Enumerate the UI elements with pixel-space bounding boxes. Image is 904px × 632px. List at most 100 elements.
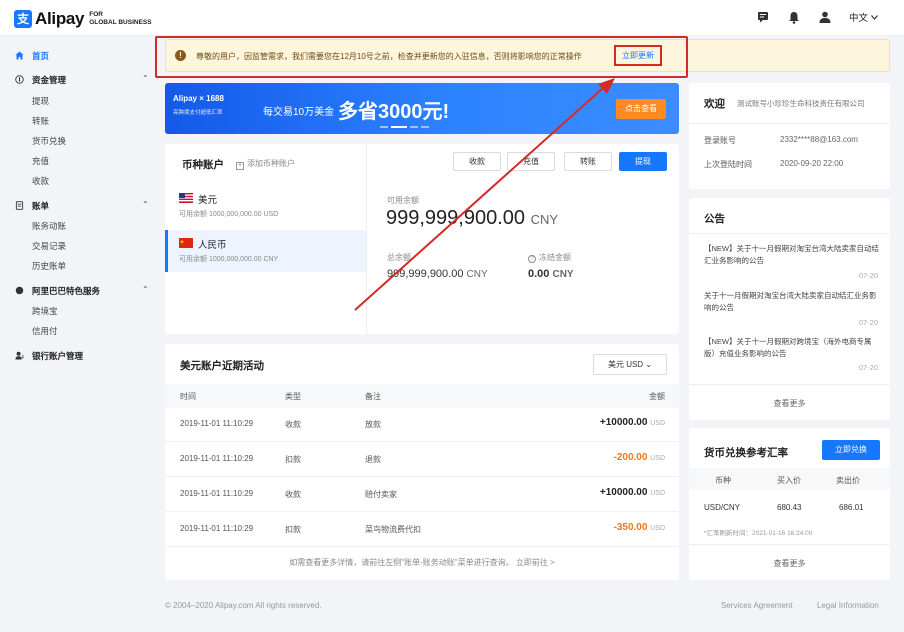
receive-button[interactable]: 收款 bbox=[453, 152, 501, 171]
table-row[interactable]: 2019-11-01 11:10:29 扣款 退款 -200.00 USD bbox=[165, 442, 679, 477]
sidebar-item-kuajingbao[interactable]: 跨境宝 bbox=[32, 305, 58, 317]
sidebar-item-exchange[interactable]: 货币兑换 bbox=[32, 135, 66, 147]
go-to-account-flow-link[interactable]: 如需查看更多详情，请前往左侧"账单-账务动账"菜单进行查询。 立即前往 > bbox=[165, 557, 679, 568]
topup-button[interactable]: 充值 bbox=[507, 152, 555, 171]
company-name: 测试账号小珍珍生命科技责任有限公司 bbox=[737, 99, 865, 108]
update-now-link[interactable]: 立即更新 bbox=[614, 45, 662, 66]
column-header-note: 备注 bbox=[365, 392, 381, 401]
announcement-item[interactable]: 【NEW】关于十一月假期对跨境宝（海外电商专属版）充值业务影响的公告 bbox=[704, 336, 882, 360]
bell-icon[interactable] bbox=[787, 10, 801, 24]
welcome-title: 欢迎 bbox=[704, 98, 725, 110]
services-agreement-link[interactable]: Services Agreement bbox=[721, 601, 793, 610]
logo-text: Alipay bbox=[35, 9, 85, 28]
card-title: 币种账户 bbox=[182, 159, 224, 171]
cell-type: 扣款 bbox=[285, 455, 301, 464]
cell-note: 菜鸟物流费代扣 bbox=[365, 525, 421, 534]
sidebar-group-fund[interactable]: 资金管理 ⌃ bbox=[15, 74, 149, 86]
language-selector[interactable]: 中文 bbox=[849, 10, 878, 24]
announcements-card: 公告 【NEW】关于十一月假期对淘宝台湾大陆卖家自动结汇业务影响的公告 07-2… bbox=[689, 198, 890, 420]
sidebar-item-transfer[interactable]: 转账 bbox=[32, 115, 49, 127]
frozen-amount-value: 0.00 bbox=[528, 268, 550, 280]
table-row[interactable]: 2019-11-01 11:10:29 收款 赔付卖家 +10000.00 US… bbox=[165, 477, 679, 512]
transfer-button[interactable]: 转账 bbox=[564, 152, 612, 171]
language-label: 中文 bbox=[848, 13, 868, 24]
legal-information-link[interactable]: Legal Information bbox=[817, 601, 879, 610]
sidebar-item-credit-pay[interactable]: 信用付 bbox=[32, 325, 58, 337]
sidebar-item-receive[interactable]: 收款 bbox=[32, 175, 49, 187]
carousel-dots[interactable] bbox=[380, 126, 429, 128]
available-balance-label: 可用余额 bbox=[387, 196, 419, 205]
sidebar-group-label: 银行账户管理 bbox=[32, 351, 84, 361]
available-balance-value: 999,999,900.00 bbox=[386, 207, 526, 229]
frozen-amount: 0.00 CNY bbox=[528, 268, 574, 280]
sidebar-item-topup[interactable]: 充值 bbox=[32, 155, 49, 167]
add-currency-account-link[interactable]: + 添加币种账户 bbox=[236, 158, 295, 170]
chevron-up-icon: ⌃ bbox=[142, 200, 149, 209]
sidebar-group-label: 阿里巴巴特色服务 bbox=[32, 286, 101, 296]
see-more-announcements-link[interactable]: 查看更多 bbox=[689, 398, 890, 409]
sidebar-group-alibaba[interactable]: 阿里巴巴特色服务 ⌃ bbox=[15, 285, 149, 297]
table-row[interactable]: 2019-11-01 11:10:29 扣款 菜鸟物流费代扣 -350.00 U… bbox=[165, 512, 679, 547]
rate-buy: 680.43 bbox=[777, 503, 802, 512]
cell-amount: -350.00 USD bbox=[614, 522, 665, 533]
user-icon[interactable] bbox=[818, 10, 832, 24]
alibaba-icon bbox=[15, 286, 24, 295]
cell-type: 扣款 bbox=[285, 525, 301, 534]
announcements-title: 公告 bbox=[704, 213, 725, 225]
sidebar-group-bill[interactable]: 账单 ⌃ bbox=[15, 200, 149, 212]
top-bar: 支 Alipay FOR GLOBAL BUSINESS 中文 bbox=[0, 0, 904, 36]
amount-unit: USD bbox=[650, 420, 665, 427]
banner-logo-subtitle: 亮跨境支付超低汇率 bbox=[173, 110, 223, 116]
top-actions: 中文 bbox=[756, 10, 878, 24]
sidebar-item-home[interactable]: 首页 bbox=[15, 50, 49, 62]
cell-amount: +10000.00 USD bbox=[600, 417, 665, 428]
exchange-now-button[interactable]: 立即兑换 bbox=[822, 440, 880, 460]
currency-row-cny[interactable]: 人民币 可用余额 1000,000,000.00 CNY bbox=[165, 230, 366, 272]
recent-activity-card: 美元账户近期活动 美元 USD ⌄ 时间 类型 备注 金额 2019-11-01… bbox=[165, 344, 679, 580]
total-balance: 999,999,900.00 CNY bbox=[387, 268, 488, 280]
chevron-up-icon: ⌃ bbox=[142, 285, 149, 294]
currency-select[interactable]: 美元 USD ⌄ bbox=[593, 354, 667, 375]
announcement-item[interactable]: 关于十一月假期对淘宝台湾大陆卖家自动结汇业务影响的公告 bbox=[704, 290, 882, 314]
cell-time: 2019-11-01 11:10:29 bbox=[180, 454, 254, 463]
withdraw-button[interactable]: 提现 bbox=[619, 152, 667, 171]
home-icon bbox=[15, 51, 24, 60]
sidebar-item-withdraw[interactable]: 提现 bbox=[32, 95, 49, 107]
see-more-rates-link[interactable]: 查看更多 bbox=[689, 558, 890, 569]
total-balance-label: 总余额 bbox=[387, 253, 411, 262]
amount-value: +10000.00 bbox=[599, 417, 648, 428]
cell-note: 放款 bbox=[365, 420, 381, 429]
sidebar-item-history-bill[interactable]: 历史账单 bbox=[32, 260, 66, 272]
currency-name: 人民币 bbox=[198, 240, 227, 251]
table-row[interactable]: 2019-11-01 11:10:29 收款 放款 +10000.00 USD bbox=[165, 407, 679, 442]
promo-banner[interactable]: Alipay × 1688 亮跨境支付超低汇率 每交易10万美金 多省3000元… bbox=[165, 83, 679, 134]
total-balance-unit: CNY bbox=[466, 269, 488, 280]
frozen-label-text: 冻结金额 bbox=[539, 253, 571, 262]
cell-time: 2019-11-01 11:10:29 bbox=[180, 489, 254, 498]
plus-box-icon: + bbox=[236, 162, 244, 170]
cn-flag-icon bbox=[179, 238, 193, 248]
sidebar-item-account-flow[interactable]: 账务动账 bbox=[32, 220, 66, 232]
available-balance: 999,999,900.00 CNY bbox=[386, 207, 558, 230]
chevron-down-icon: ⌄ bbox=[645, 360, 653, 369]
sidebar-item-transactions[interactable]: 交易记录 bbox=[32, 240, 66, 252]
bank-user-icon bbox=[15, 351, 24, 360]
total-balance-value: 999,999,900.00 bbox=[387, 268, 464, 280]
announcement-item[interactable]: 【NEW】关于十一月假期对淘宝台湾大陆卖家自动结汇业务影响的公告 bbox=[704, 243, 882, 267]
available-balance-unit: CNY bbox=[530, 212, 559, 227]
amount-unit: USD bbox=[650, 525, 665, 532]
currency-balance: 可用余额 1000,000,000.00 CNY bbox=[179, 256, 279, 263]
currency-row-usd[interactable]: 美元 可用余额 1000,000,000.00 USD bbox=[165, 185, 366, 227]
sidebar-item-bank-accounts[interactable]: 银行账户管理 bbox=[15, 350, 84, 362]
login-account-label: 登录账号 bbox=[704, 136, 736, 145]
column-header-type: 类型 bbox=[285, 392, 301, 401]
currency-balance: 可用余额 1000,000,000.00 USD bbox=[179, 211, 279, 218]
cell-type: 收款 bbox=[285, 490, 301, 499]
help-icon[interactable]: ? bbox=[528, 255, 536, 263]
message-icon[interactable] bbox=[756, 10, 770, 24]
banner-view-button[interactable]: 点击查看 bbox=[616, 99, 666, 119]
column-header-sell: 卖出价 bbox=[836, 476, 860, 485]
alipay-logo[interactable]: 支 Alipay FOR GLOBAL BUSINESS bbox=[14, 9, 152, 29]
amount-value: -350.00 bbox=[613, 522, 648, 533]
frozen-amount-label: ? 冻结金额 bbox=[528, 252, 571, 263]
